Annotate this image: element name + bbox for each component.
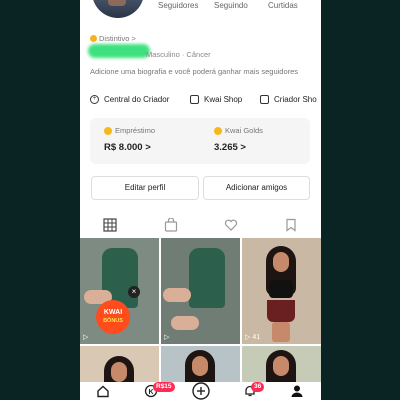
username-redacted — [88, 44, 150, 58]
loan-value: R$ 8.000 > — [104, 142, 151, 153]
heart-icon[interactable] — [224, 218, 238, 232]
golds-value: 3.265 > — [214, 142, 246, 153]
badge-label: Distintivo — [99, 34, 130, 43]
shop-bag-icon — [190, 95, 199, 104]
home-icon[interactable] — [96, 384, 110, 398]
play-count-value: 41 — [252, 334, 261, 341]
background-right — [321, 0, 400, 400]
video-grid: × KWAI BÔNUS ▷ ▷ ▷ 41 — [80, 238, 321, 400]
kwai-bonus-title: KWAI — [103, 309, 123, 316]
grid-icon[interactable] — [103, 218, 117, 232]
profile-tabs — [80, 215, 321, 237]
golds-title: Kwai Golds — [225, 126, 263, 135]
loan-title: Empréstimo — [115, 126, 156, 135]
wallet-card: Empréstimo R$ 8.000 > Kwai Golds 3.265 > — [90, 118, 310, 164]
plus-icon[interactable] — [192, 382, 210, 400]
badge-medal-icon — [90, 35, 97, 42]
thumbnail-hand — [171, 316, 199, 330]
video-thumbnail[interactable]: ▷ 41 — [242, 238, 321, 344]
coin-icon — [104, 126, 112, 135]
svg-text:K: K — [148, 389, 153, 396]
wallet-loan[interactable]: Empréstimo R$ 8.000 > — [104, 126, 155, 153]
add-friends-button[interactable]: Adicionar amigos — [203, 176, 310, 200]
close-icon[interactable]: × — [128, 286, 140, 298]
distinction-badge[interactable]: Distintivo > — [90, 34, 136, 43]
phone-screen: Seguidores Seguindo Curtidas Distintivo … — [80, 0, 321, 400]
link-kwai-shop[interactable]: Kwai Shop — [190, 95, 242, 104]
plus-circle-icon: + — [90, 95, 99, 104]
kwai-nav-item[interactable]: K R$15 — [144, 382, 175, 398]
profile-stats: Seguidores Seguindo Curtidas — [158, 0, 318, 12]
link-label: Central do Criador — [104, 95, 170, 104]
kwai-bonus-subtitle: BÔNUS — [103, 318, 123, 324]
thumbnail-hand — [163, 288, 191, 302]
video-thumbnail[interactable]: ▷ — [161, 238, 240, 344]
creator-links: + Central do Criador Kwai Shop Criador S… — [90, 95, 321, 109]
avatar[interactable] — [92, 0, 144, 18]
bookmark-icon[interactable] — [284, 218, 298, 232]
thumbnail-object — [189, 248, 225, 308]
wallet-golds[interactable]: Kwai Golds 3.265 > — [214, 126, 263, 153]
notification-count-badge: 36 — [251, 382, 265, 392]
video-thumbnail[interactable]: × KWAI BÔNUS ▷ — [80, 238, 159, 344]
likes-label[interactable]: Curtidas — [268, 1, 298, 10]
link-label: Kwai Shop — [204, 95, 243, 104]
play-count: ▷ — [83, 334, 89, 341]
bottom-nav: K R$15 36 — [80, 382, 321, 400]
profile-meta: Masculino · Câncer — [146, 50, 211, 59]
followers-label[interactable]: Seguidores — [158, 1, 198, 10]
lock-bag-icon[interactable] — [164, 218, 178, 232]
badge-chevron-icon: > — [131, 34, 136, 43]
following-label[interactable]: Seguindo — [214, 1, 248, 10]
notifications-nav-item[interactable]: 36 — [243, 382, 265, 398]
kwai-bonus-badge[interactable]: KWAI BÔNUS — [96, 300, 130, 334]
link-creator-shop[interactable]: Criador Sho — [260, 95, 317, 104]
kwai-reward-badge: R$15 — [153, 382, 175, 392]
edit-profile-button[interactable]: Editar perfil — [91, 176, 199, 200]
play-count: ▷ 41 — [245, 334, 261, 341]
store-icon — [260, 95, 269, 104]
link-label: Criador Sho — [274, 95, 317, 104]
profile-bio[interactable]: Adicione uma biografia e você poderá gan… — [90, 67, 310, 77]
background-left — [0, 0, 80, 400]
play-count: ▷ — [164, 334, 170, 341]
link-creator-center[interactable]: + Central do Criador — [90, 95, 169, 104]
coin-icon — [214, 126, 222, 135]
person-icon[interactable] — [290, 384, 304, 398]
